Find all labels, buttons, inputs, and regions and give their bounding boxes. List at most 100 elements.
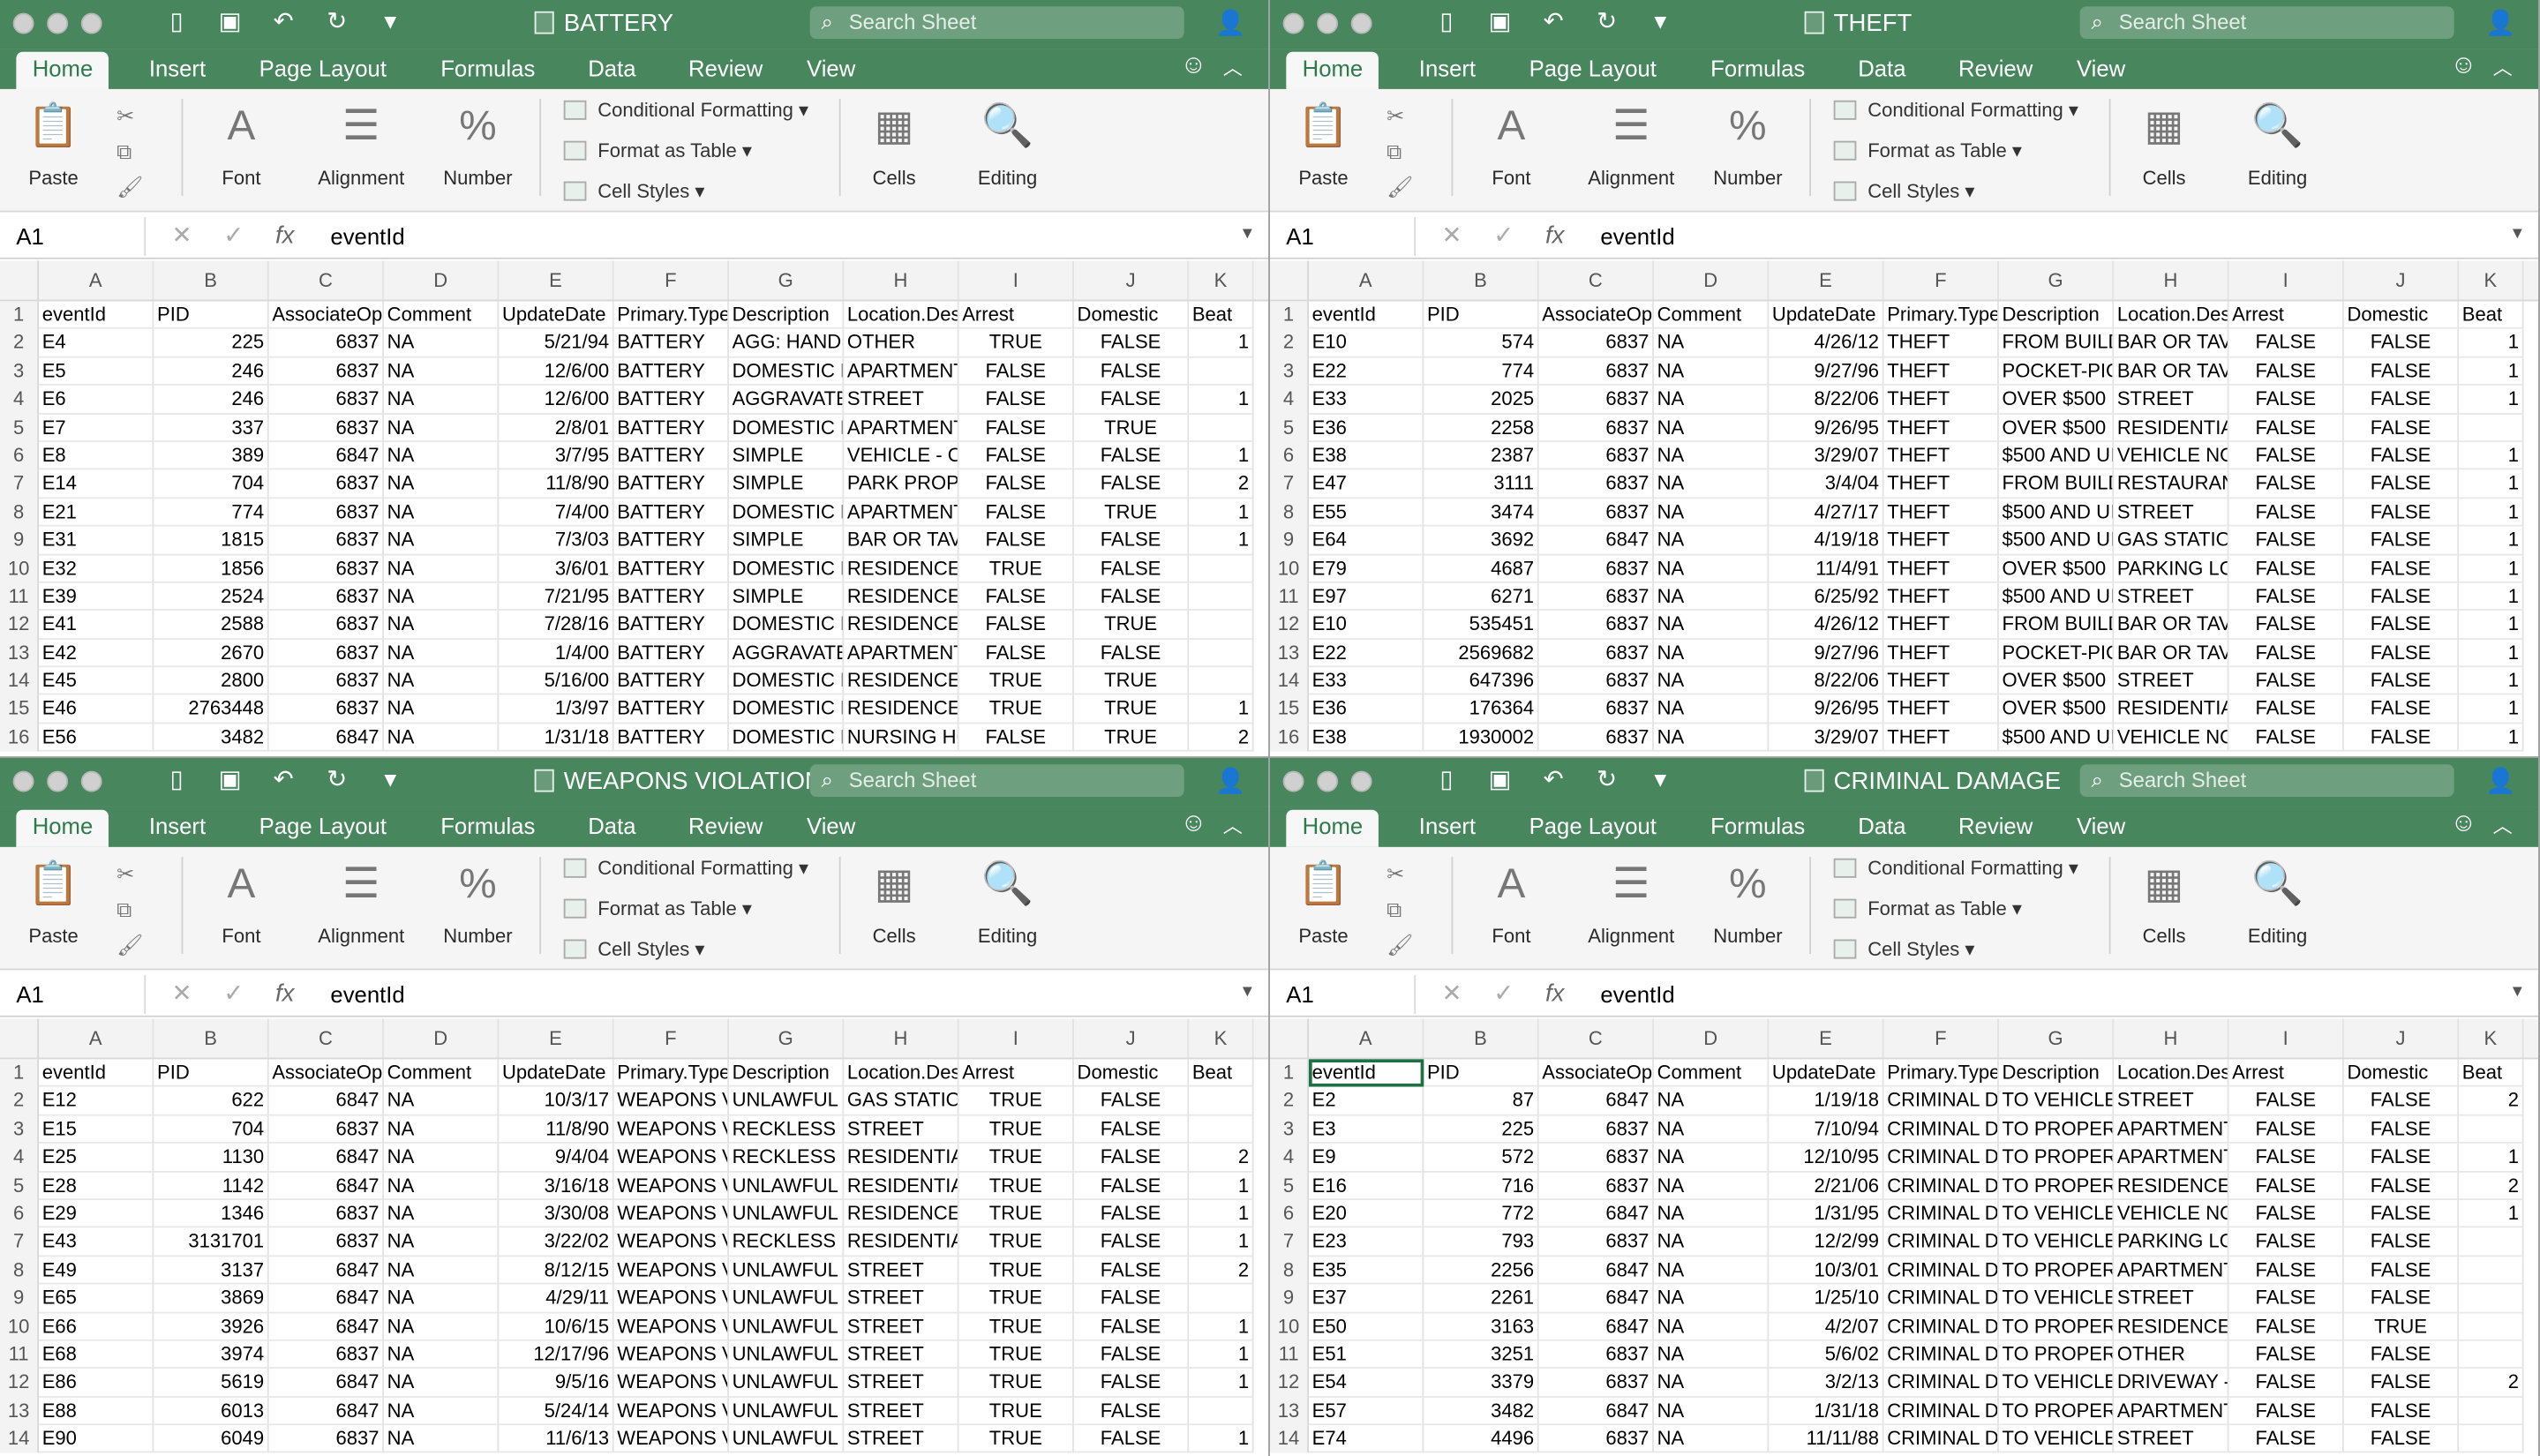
table-cell[interactable]: FALSE: [2228, 386, 2344, 415]
table-cell[interactable]: 1/31/18: [499, 724, 614, 753]
table-cell[interactable]: FALSE: [2228, 441, 2344, 470]
table-cell[interactable]: STREET: [844, 1425, 959, 1454]
table-cell[interactable]: BATTERY: [613, 695, 729, 724]
table-cell[interactable]: FALSE: [958, 526, 1074, 555]
feedback-smiley-icon[interactable]: ☺: [2450, 810, 2476, 839]
table-cell[interactable]: 8/22/06: [1769, 386, 1884, 415]
column-header[interactable]: E: [1769, 260, 1884, 300]
save-icon[interactable]: ▣: [1485, 8, 1514, 37]
column-header[interactable]: A: [1309, 260, 1424, 300]
column-header[interactable]: C: [269, 1018, 384, 1058]
table-cell[interactable]: TRUE: [1073, 611, 1190, 640]
expand-formula-icon[interactable]: ▼: [1239, 983, 1255, 1001]
format-as-table-button[interactable]: Format as Table ▾: [1833, 139, 2022, 162]
tab-insert[interactable]: Insert: [1402, 810, 1492, 847]
table-cell[interactable]: TRUE: [1073, 667, 1190, 696]
row-number[interactable]: 1: [1269, 301, 1310, 330]
table-cell[interactable]: E22: [1309, 357, 1424, 387]
table-cell[interactable]: APARTMENT: [2114, 1397, 2229, 1426]
cells-button[interactable]: ▦ Cells: [2125, 855, 2203, 948]
table-cell[interactable]: 176364: [1424, 695, 1539, 724]
table-cell[interactable]: 6837: [1538, 1425, 1654, 1454]
table-cell[interactable]: Primary.Type: [613, 301, 729, 330]
table-cell[interactable]: 6837: [1538, 639, 1654, 668]
table-cell[interactable]: RECKLESS FIR: [728, 1144, 845, 1173]
redo-icon[interactable]: ↻: [322, 8, 351, 37]
table-cell[interactable]: WEAPONS VI: [613, 1087, 729, 1116]
table-cell[interactable]: 1: [2459, 639, 2524, 668]
table-cell[interactable]: FALSE: [2228, 639, 2344, 668]
table-cell[interactable]: [1189, 639, 1254, 668]
column-header[interactable]: G: [729, 1018, 845, 1058]
table-cell[interactable]: CRIMINAL DA: [1883, 1115, 1999, 1145]
table-cell[interactable]: BATTERY: [613, 554, 729, 583]
table-cell[interactable]: NA: [1653, 469, 1770, 499]
table-cell[interactable]: NA: [383, 611, 500, 640]
table-cell[interactable]: FALSE: [2228, 1256, 2344, 1285]
table-cell[interactable]: FALSE: [1073, 1284, 1190, 1313]
tab-formulas[interactable]: Formulas: [425, 52, 552, 89]
row-number[interactable]: 12: [1269, 611, 1310, 640]
table-cell[interactable]: 3974: [154, 1340, 269, 1370]
table-cell[interactable]: FALSE: [1073, 1340, 1190, 1370]
table-cell[interactable]: NA: [383, 582, 500, 612]
table-cell[interactable]: $500 AND UI: [1998, 724, 2115, 753]
table-cell[interactable]: CRIMINAL DA: [1883, 1256, 1999, 1285]
column-header[interactable]: E: [499, 260, 614, 300]
table-cell[interactable]: 3482: [1424, 1397, 1539, 1426]
table-cell[interactable]: TRUE: [958, 1115, 1074, 1145]
table-cell[interactable]: 1: [1189, 1340, 1254, 1370]
table-cell[interactable]: AssociateOp: [268, 301, 384, 330]
table-cell[interactable]: UpdateDate: [499, 1059, 614, 1088]
table-cell[interactable]: 4/29/11: [499, 1284, 614, 1313]
table-cell[interactable]: Beat: [1189, 301, 1254, 330]
share-user-icon[interactable]: 👤: [2485, 8, 2515, 37]
row-number[interactable]: 15: [0, 695, 40, 724]
table-cell[interactable]: FALSE: [958, 441, 1074, 470]
table-cell[interactable]: 12/6/00: [499, 386, 614, 415]
table-cell[interactable]: THEFT: [1883, 329, 1999, 358]
table-cell[interactable]: SIMPLE: [728, 441, 845, 470]
table-cell[interactable]: AGG: HANDS: [728, 329, 845, 358]
row-number[interactable]: 7: [0, 1227, 40, 1257]
table-cell[interactable]: CRIMINAL DA: [1883, 1284, 1999, 1313]
function-icon[interactable]: fx: [1545, 217, 1564, 256]
table-cell[interactable]: WEAPONS VI: [613, 1144, 729, 1173]
table-cell[interactable]: E4: [39, 329, 154, 358]
tab-page-layout[interactable]: Page Layout: [243, 52, 402, 89]
table-cell[interactable]: UNLAWFUL I: [728, 1369, 845, 1398]
table-cell[interactable]: TO VEHICLE: [1998, 1425, 2115, 1454]
row-number[interactable]: 1: [1269, 1059, 1310, 1088]
table-cell[interactable]: NA: [383, 1087, 500, 1116]
table-cell[interactable]: TRUE: [2343, 1312, 2460, 1341]
table-cell[interactable]: OTHER: [844, 329, 959, 358]
table-cell[interactable]: NA: [1653, 724, 1770, 753]
table-cell[interactable]: 6837: [1538, 1144, 1654, 1173]
table-cell[interactable]: POCKET-PICK: [1998, 357, 2115, 387]
table-cell[interactable]: Description: [1998, 301, 2115, 330]
table-cell[interactable]: RESIDENTIAL: [2114, 414, 2229, 442]
row-number[interactable]: 5: [0, 1172, 40, 1200]
column-header[interactable]: A: [39, 260, 154, 300]
copy-icon[interactable]: ⧉: [1386, 892, 1413, 927]
table-cell[interactable]: FALSE: [2343, 414, 2460, 442]
table-cell[interactable]: Location.Des: [844, 1059, 959, 1088]
table-cell[interactable]: 4/26/12: [1769, 611, 1884, 640]
table-cell[interactable]: E10: [1309, 611, 1424, 640]
table-cell[interactable]: 4/19/18: [1769, 526, 1884, 555]
column-header[interactable]: A: [1309, 1018, 1424, 1058]
table-cell[interactable]: Arrest: [2228, 1059, 2344, 1088]
table-cell[interactable]: BATTERY: [613, 724, 729, 753]
table-cell[interactable]: 6837: [268, 695, 384, 724]
cancel-icon[interactable]: ✕: [172, 975, 192, 1014]
table-cell[interactable]: OTHER: [2114, 1340, 2229, 1370]
table-cell[interactable]: Domestic: [2343, 301, 2460, 330]
row-number[interactable]: 14: [1269, 667, 1310, 696]
table-cell[interactable]: NA: [1653, 554, 1770, 583]
table-cell[interactable]: NA: [1653, 1340, 1770, 1370]
search-sheet-input[interactable]: ⌕ Search Sheet: [2079, 6, 2454, 40]
format-painter-icon[interactable]: 🖌: [116, 928, 143, 964]
table-cell[interactable]: 2524: [154, 582, 269, 612]
table-cell[interactable]: 9/27/96: [1769, 357, 1884, 387]
table-cell[interactable]: FALSE: [2343, 695, 2460, 724]
